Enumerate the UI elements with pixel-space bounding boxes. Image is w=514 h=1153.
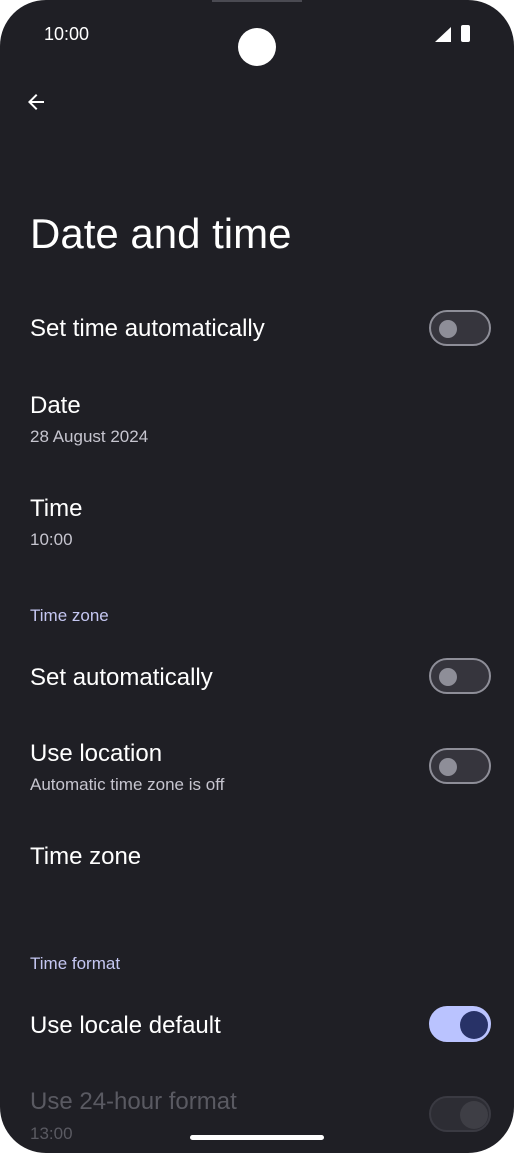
toggle-thumb — [439, 668, 457, 686]
time-value: 10:00 — [30, 530, 73, 549]
time-label: Time — [30, 495, 83, 522]
toggle-thumb — [439, 320, 457, 338]
use-location-summary: Automatic time zone is off — [30, 775, 225, 794]
camera-cutout — [238, 28, 276, 66]
page-title: Date and time — [30, 210, 292, 257]
use-locale-default-toggle[interactable] — [429, 1006, 491, 1042]
status-bar: 10:00 — [0, 0, 514, 70]
gesture-nav-handle[interactable] — [190, 1135, 324, 1140]
use-24-hour-label: Use 24-hour format — [30, 1088, 237, 1115]
set-time-automatically-toggle[interactable] — [429, 310, 491, 346]
date-value: 28 August 2024 — [30, 427, 149, 446]
back-button[interactable] — [20, 86, 52, 118]
toggle-thumb — [460, 1011, 488, 1039]
tz-set-automatically-label: Set automatically — [30, 664, 213, 691]
battery-icon — [461, 25, 470, 42]
toggle-thumb — [439, 758, 457, 776]
use-24-hour-summary: 13:00 — [30, 1124, 73, 1143]
set-time-automatically-label: Set time automatically — [30, 315, 265, 342]
arrow-back-icon — [28, 94, 44, 110]
time-zone-section-header: Time zone — [30, 606, 109, 625]
time-zone-label: Time zone — [30, 843, 142, 870]
toggle-thumb — [460, 1101, 488, 1129]
device-screen: 10:00 Date and time Set time automatical… — [0, 0, 514, 1153]
time-format-section-header: Time format — [30, 954, 121, 973]
signal-icon — [435, 27, 451, 42]
status-time: 10:00 — [44, 24, 90, 44]
use-location-label: Use location — [30, 740, 163, 767]
use-location-toggle[interactable] — [429, 748, 491, 784]
use-locale-default-label: Use locale default — [30, 1012, 221, 1039]
date-label: Date — [30, 392, 81, 419]
tz-set-automatically-toggle[interactable] — [429, 658, 491, 694]
use-24-hour-toggle — [429, 1096, 491, 1132]
